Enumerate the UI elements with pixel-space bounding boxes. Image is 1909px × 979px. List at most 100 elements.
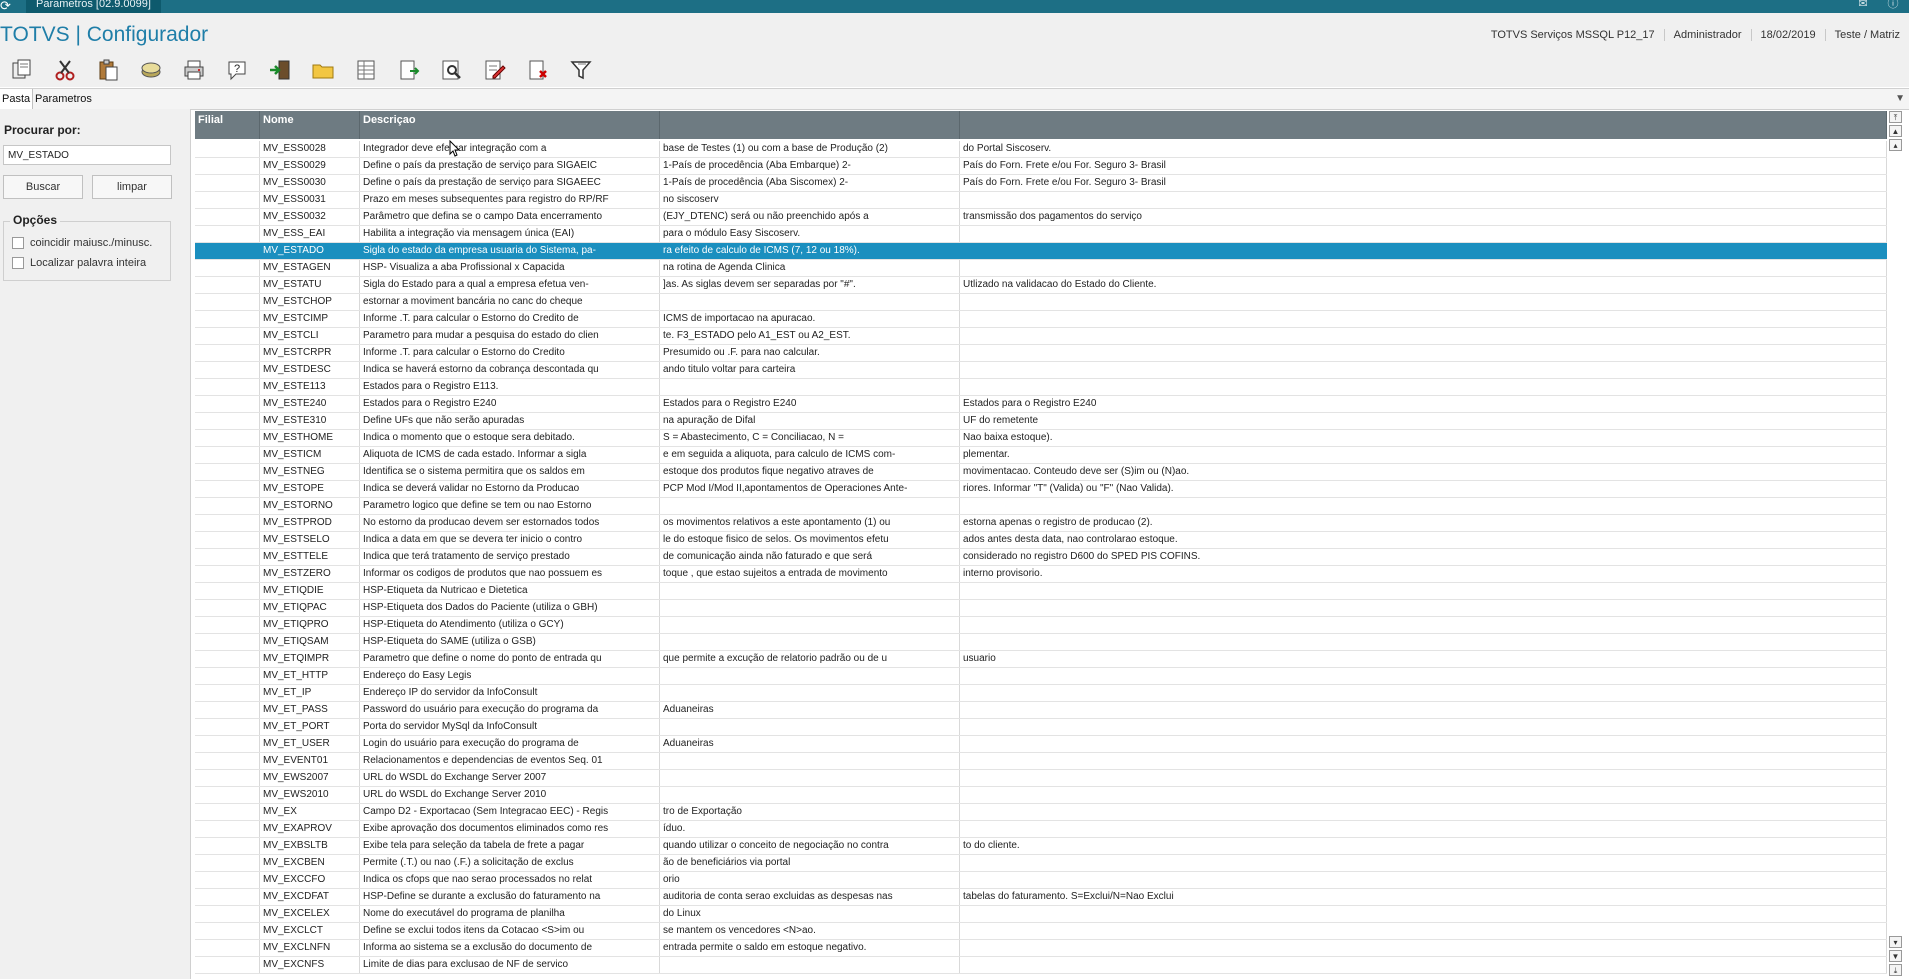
table-row[interactable]: MV_ESTNEG Identifica se o sistema permiti… <box>195 464 1887 481</box>
cut-icon[interactable] <box>43 55 86 85</box>
scroll-top-icon[interactable]: ⤒ <box>1889 111 1902 123</box>
table-row[interactable]: MV_EWS2010 URL do WSDL do Exchange Server… <box>195 787 1887 804</box>
tab-pasta[interactable]: Pasta <box>0 89 33 109</box>
scroll-bottom-icon[interactable]: ⤓ <box>1889 964 1902 976</box>
column-header-descricao[interactable]: Descriçao <box>360 111 660 139</box>
column-header-filial[interactable]: Filial <box>195 111 260 139</box>
whole-word-option[interactable]: Localizar palavra inteira <box>12 257 146 269</box>
tab-parametros[interactable]: Parametros <box>30 89 97 109</box>
cell-descricao-2: Presumido ou .F. para nao calcular. <box>660 345 960 361</box>
grid-header: Filial Nome Descriçao <box>195 111 1887 139</box>
table-row[interactable]: MV_EXCDFAT HSP-Define se durante a exclus… <box>195 889 1887 906</box>
scroll-up-icon[interactable]: ▴ <box>1889 139 1902 151</box>
table-row[interactable]: MV_ET_IP Endereço IP do servidor da InfoC… <box>195 685 1887 702</box>
scroll-page-down-icon[interactable]: ▼ <box>1889 950 1902 962</box>
table-row[interactable]: MV_EX Campo D2 - Exportacao (Sem Integrac… <box>195 804 1887 821</box>
column-header-descricao-3[interactable] <box>960 111 1887 139</box>
filter-icon[interactable] <box>559 55 602 85</box>
help-icon[interactable]: ⓘ <box>1883 0 1903 13</box>
exit-icon[interactable] <box>258 55 301 85</box>
table-row[interactable]: MV_EXBSLTB Exibe tela para seleção da tab… <box>195 838 1887 855</box>
table-row[interactable]: MV_EXCELEX Nome do executável do programa… <box>195 906 1887 923</box>
cell-descricao: Define o país da prestação de serviço pa… <box>360 158 660 174</box>
table-row[interactable]: MV_ESTOPE Indica se deverá validar no Est… <box>195 481 1887 498</box>
table-row[interactable]: MV_ESTSELO Indica a data em que se devera… <box>195 532 1887 549</box>
case-sensitive-checkbox[interactable] <box>12 237 24 249</box>
cell-nome: MV_EXCLCT <box>260 923 360 939</box>
cell-filial <box>195 277 260 293</box>
window-tab[interactable]: Parametros [02.9.0099] <box>26 0 161 13</box>
cell-nome: MV_ESTICM <box>260 447 360 463</box>
mail-icon[interactable]: ✉ <box>1853 0 1873 13</box>
search-input[interactable] <box>3 145 171 165</box>
table-icon[interactable] <box>344 55 387 85</box>
table-row[interactable]: MV_ET_HTTP Endereço do Easy Legis <box>195 668 1887 685</box>
table-row[interactable]: MV_EXCBEN Permite (.T.) ou nao (.F.) a so… <box>195 855 1887 872</box>
table-row[interactable]: MV_ETIQDIE HSP-Etiqueta da Nutricao e Die… <box>195 583 1887 600</box>
chevron-down-icon[interactable]: ▼ <box>1895 89 1905 109</box>
table-row[interactable]: MV_ET_USER Login do usuário para execução… <box>195 736 1887 753</box>
table-row[interactable]: MV_ESS0030 Define o país da prestação de … <box>195 175 1887 192</box>
table-row[interactable]: MV_EXCLCT Define se exclui todos itens da… <box>195 923 1887 940</box>
copy-icon[interactable] <box>0 55 43 85</box>
table-row[interactable]: MV_ESTORNO Parametro logico que define se… <box>195 498 1887 515</box>
table-row[interactable]: MV_ESTCIMP Informe .T. para calcular o Es… <box>195 311 1887 328</box>
table-row[interactable]: MV_ESTCHOP estornar a moviment bancária n… <box>195 294 1887 311</box>
column-header-descricao-2[interactable] <box>660 111 960 139</box>
preview-icon[interactable] <box>430 55 473 85</box>
table-row[interactable]: MV_ESTHOME Indica o momento que o estoque… <box>195 430 1887 447</box>
database-icon[interactable] <box>129 55 172 85</box>
paste-icon[interactable] <box>86 55 129 85</box>
cell-descricao-3 <box>960 634 1887 650</box>
table-row[interactable]: MV_ESTCRPR Informe .T. para calcular o Es… <box>195 345 1887 362</box>
table-row[interactable]: MV_ETIQPAC HSP-Etiqueta dos Dados do Paci… <box>195 600 1887 617</box>
scroll-page-up-icon[interactable]: ▲ <box>1889 125 1902 137</box>
help-question-icon[interactable]: ? <box>215 55 258 85</box>
table-row[interactable]: MV_ESTPROD No estorno da producao devem s… <box>195 515 1887 532</box>
table-row[interactable]: MV_ESTE310 Define UFs que não serão apura… <box>195 413 1887 430</box>
print-icon[interactable] <box>172 55 215 85</box>
case-sensitive-option[interactable]: coincidir maiusc./minusc. <box>12 237 152 249</box>
buscar-button[interactable]: Buscar <box>3 175 83 199</box>
table-row[interactable]: MV_EWS2007 URL do WSDL do Exchange Server… <box>195 770 1887 787</box>
table-row[interactable]: MV_ESTATU Sigla do Estado para a qual a e… <box>195 277 1887 294</box>
table-row[interactable]: MV_EVENT01 Relacionamentos e dependencias… <box>195 753 1887 770</box>
table-row[interactable]: MV_EXCCFO Indica os cfops que nao serao p… <box>195 872 1887 889</box>
edit-icon[interactable] <box>473 55 516 85</box>
table-row[interactable]: MV_ESTTELE Indica que terá tratamento de … <box>195 549 1887 566</box>
table-row[interactable]: MV_EXCLNFN Informa ao sistema se a exclus… <box>195 940 1887 957</box>
table-row[interactable]: MV_EXCNFS Limite de dias para exclusao de… <box>195 957 1887 974</box>
table-row[interactable]: MV_ESS0029 Define o país da prestação de … <box>195 158 1887 175</box>
vertical-scrollbar[interactable]: ⤒ ▲ ▴ ▾ ▼ ⤓ <box>1889 111 1903 979</box>
limpar-button[interactable]: limpar <box>92 175 172 199</box>
table-row[interactable]: MV_ESTICM Aliquota de ICMS de cada estado… <box>195 447 1887 464</box>
table-row[interactable]: MV_ET_PASS Password do usuário para execu… <box>195 702 1887 719</box>
table-row[interactable]: MV_ETIQPRO HSP-Etiqueta do Atendimento (u… <box>195 617 1887 634</box>
cell-descricao-2 <box>660 668 960 684</box>
table-row[interactable]: MV_ESTZERO Informar os codigos de produto… <box>195 566 1887 583</box>
table-row[interactable]: MV_ESTE113 Estados para o Registro E113. <box>195 379 1887 396</box>
cell-descricao-2: Aduaneiras <box>660 736 960 752</box>
cell-descricao-3 <box>960 328 1887 344</box>
cell-descricao-3: ados antes desta data, nao controlarao e… <box>960 532 1887 548</box>
delete-icon[interactable] <box>516 55 559 85</box>
table-row[interactable]: MV_EXAPROV Exibe aprovação dos documentos… <box>195 821 1887 838</box>
table-row[interactable]: MV_ET_PORT Porta do servidor MySql da Inf… <box>195 719 1887 736</box>
table-row[interactable]: MV_ETQIMPR Parametro que define o nome do… <box>195 651 1887 668</box>
table-row[interactable]: MV_ESTCLI Parametro para mudar a pesquisa… <box>195 328 1887 345</box>
table-row[interactable]: MV_ETIQSAM HSP-Etiqueta do SAME (utiliza … <box>195 634 1887 651</box>
table-row[interactable]: MV_ESS_EAI Habilita a integração via mens… <box>195 226 1887 243</box>
export-icon[interactable] <box>387 55 430 85</box>
date-label: 18/02/2019 <box>1750 29 1825 41</box>
table-row[interactable]: MV_ESTDESC Indica se haverá estorno da co… <box>195 362 1887 379</box>
table-row[interactable]: MV_ESTE240 Estados para o Registro E240 Es… <box>195 396 1887 413</box>
table-row[interactable]: MV_ESS0032 Parâmetro que defina se o camp… <box>195 209 1887 226</box>
column-header-nome[interactable]: Nome <box>260 111 360 139</box>
whole-word-checkbox[interactable] <box>12 257 24 269</box>
table-row[interactable]: MV_ESTAGEN HSP- Visualiza a aba Profissio… <box>195 260 1887 277</box>
folder-icon[interactable] <box>301 55 344 85</box>
scroll-down-icon[interactable]: ▾ <box>1889 936 1902 948</box>
table-row[interactable]: MV_ESTADO Sigla do estado da empresa usua… <box>195 243 1887 260</box>
cell-descricao-3: interno provisorio. <box>960 566 1887 582</box>
table-row[interactable]: MV_ESS0031 Prazo em meses subsequentes pa… <box>195 192 1887 209</box>
